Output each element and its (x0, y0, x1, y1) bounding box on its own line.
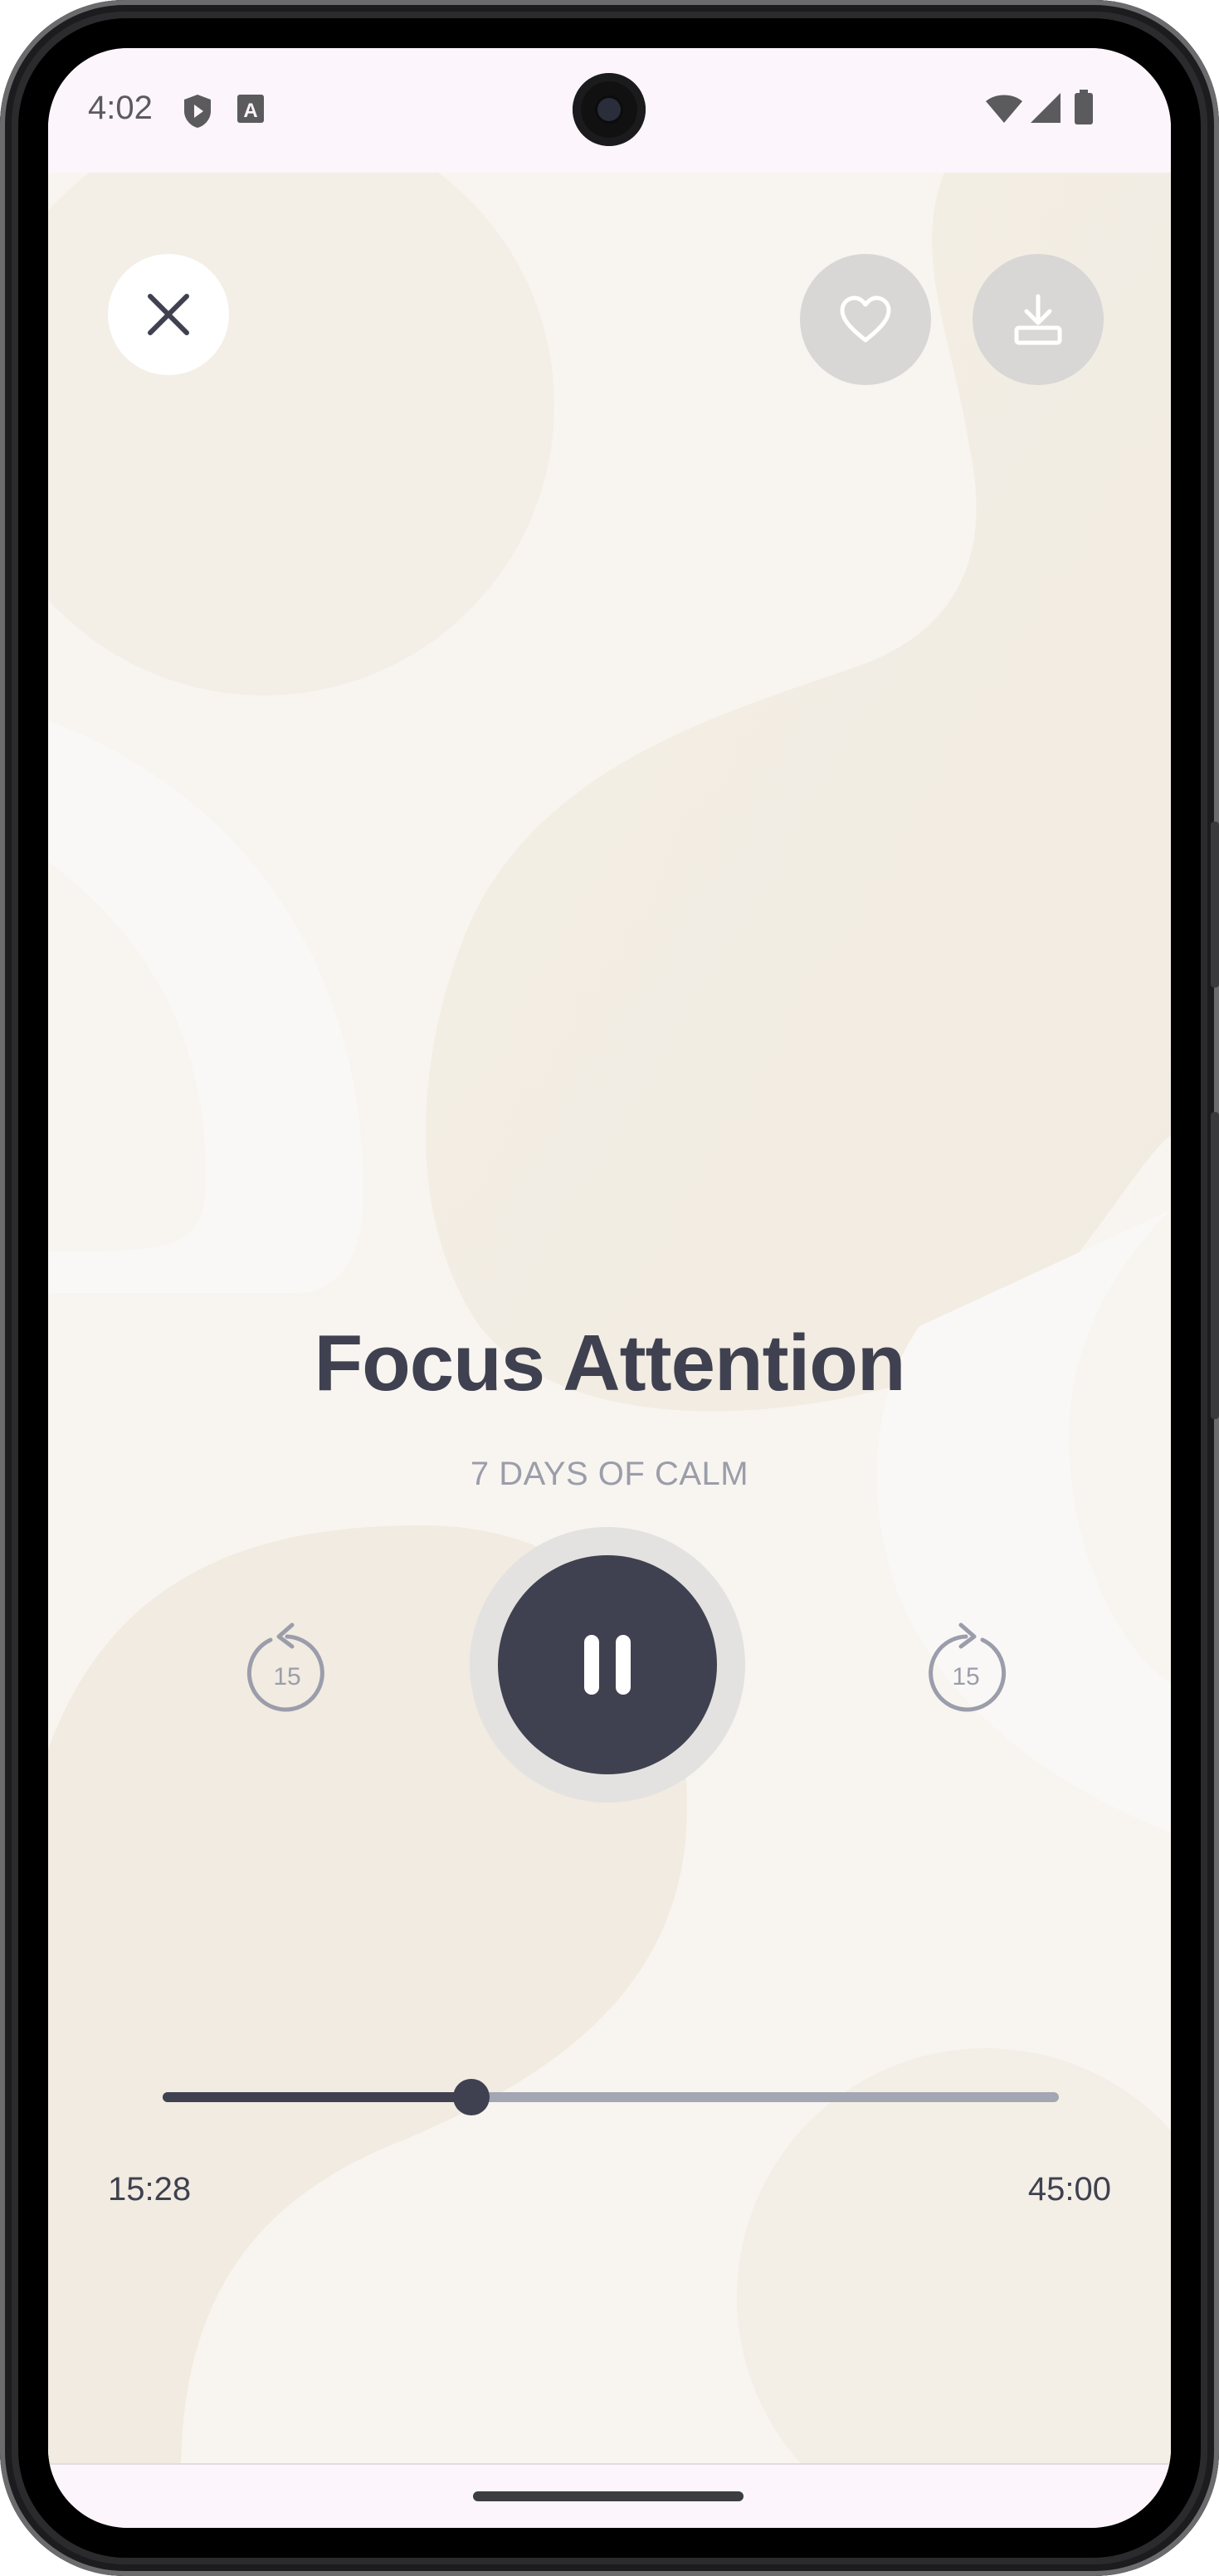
power-button (1211, 1112, 1219, 1419)
progress-fill (163, 2092, 471, 2102)
close-button[interactable] (108, 254, 229, 375)
status-bar: 4:02 A (48, 48, 1171, 173)
download-icon (1014, 294, 1062, 345)
progress-thumb[interactable] (452, 2079, 490, 2115)
phone-frame: 4:02 A Focus Attention 7 DAYS OF CALM 15… (0, 0, 1219, 2576)
wifi-icon (984, 91, 1024, 129)
accessibility-a-icon: A (236, 93, 266, 130)
heart-icon (840, 295, 891, 343)
progress-track[interactable] (163, 2079, 1059, 2115)
pause-button[interactable] (498, 1555, 717, 1774)
session-title: Focus Attention (314, 1319, 905, 1408)
front-camera (573, 73, 646, 146)
forward-15-button[interactable]: 15 (916, 1618, 1016, 1718)
close-icon (148, 294, 189, 335)
download-button[interactable] (973, 254, 1104, 385)
total-duration: 45:00 (1027, 2171, 1111, 2208)
status-time: 4:02 (88, 90, 153, 126)
rewind-15-icon: 15 (246, 1622, 324, 1712)
rewind-15-button[interactable]: 15 (237, 1618, 337, 1718)
volume-button (1211, 822, 1219, 988)
elapsed-time: 15:28 (108, 2171, 192, 2208)
pause-icon (584, 1635, 631, 1695)
forward-15-icon: 15 (929, 1622, 1007, 1712)
home-gesture-handle[interactable] (473, 2491, 744, 2501)
rewind-seconds-label: 15 (273, 1663, 300, 1690)
favorite-button[interactable] (800, 254, 931, 385)
screen: 4:02 A Focus Attention 7 DAYS OF CALM 15… (48, 48, 1171, 2528)
course-name: 7 DAYS OF CALM (470, 1456, 749, 1492)
play-protect-icon (181, 93, 214, 134)
forward-seconds-label: 15 (952, 1663, 979, 1690)
svg-text:A: A (243, 100, 257, 122)
signal-icon (1029, 91, 1062, 129)
battery-icon (1074, 90, 1094, 130)
navigation-bar (48, 2463, 1171, 2528)
